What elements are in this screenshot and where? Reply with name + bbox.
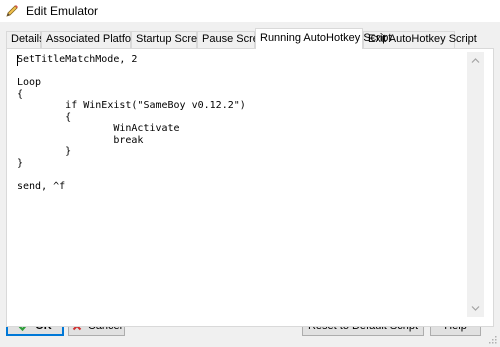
pencil-icon: [6, 5, 18, 17]
scroll-down-icon[interactable]: [467, 300, 484, 317]
tab-panel: SetTitleMatchMode, 2 Loop { if WinExist(…: [6, 48, 494, 327]
tab-strip: Details Associated Platforms Startup Scr…: [6, 28, 496, 49]
scroll-up-icon[interactable]: [467, 52, 484, 69]
tab-associated-platforms[interactable]: Associated Platforms: [41, 31, 149, 48]
tab-details[interactable]: Details: [6, 31, 45, 48]
window-title: Edit Emulator: [26, 4, 99, 18]
dialog-body: Details Associated Platforms Startup Scr…: [0, 22, 500, 347]
size-grip-icon[interactable]: [487, 334, 497, 344]
tab-startup-screen[interactable]: Startup Screen: [131, 31, 209, 48]
vertical-scrollbar[interactable]: [467, 52, 484, 317]
tab-pause-screen[interactable]: Pause Screen: [197, 31, 271, 48]
tab-running-autohotkey-script[interactable]: Running AutoHotkey Script: [255, 28, 391, 49]
text-caret: [17, 55, 18, 66]
title-bar[interactable]: Edit Emulator: [0, 0, 500, 22]
script-editor[interactable]: SetTitleMatchMode, 2 Loop { if WinExist(…: [14, 52, 484, 317]
script-text[interactable]: SetTitleMatchMode, 2 Loop { if WinExist(…: [17, 54, 466, 315]
